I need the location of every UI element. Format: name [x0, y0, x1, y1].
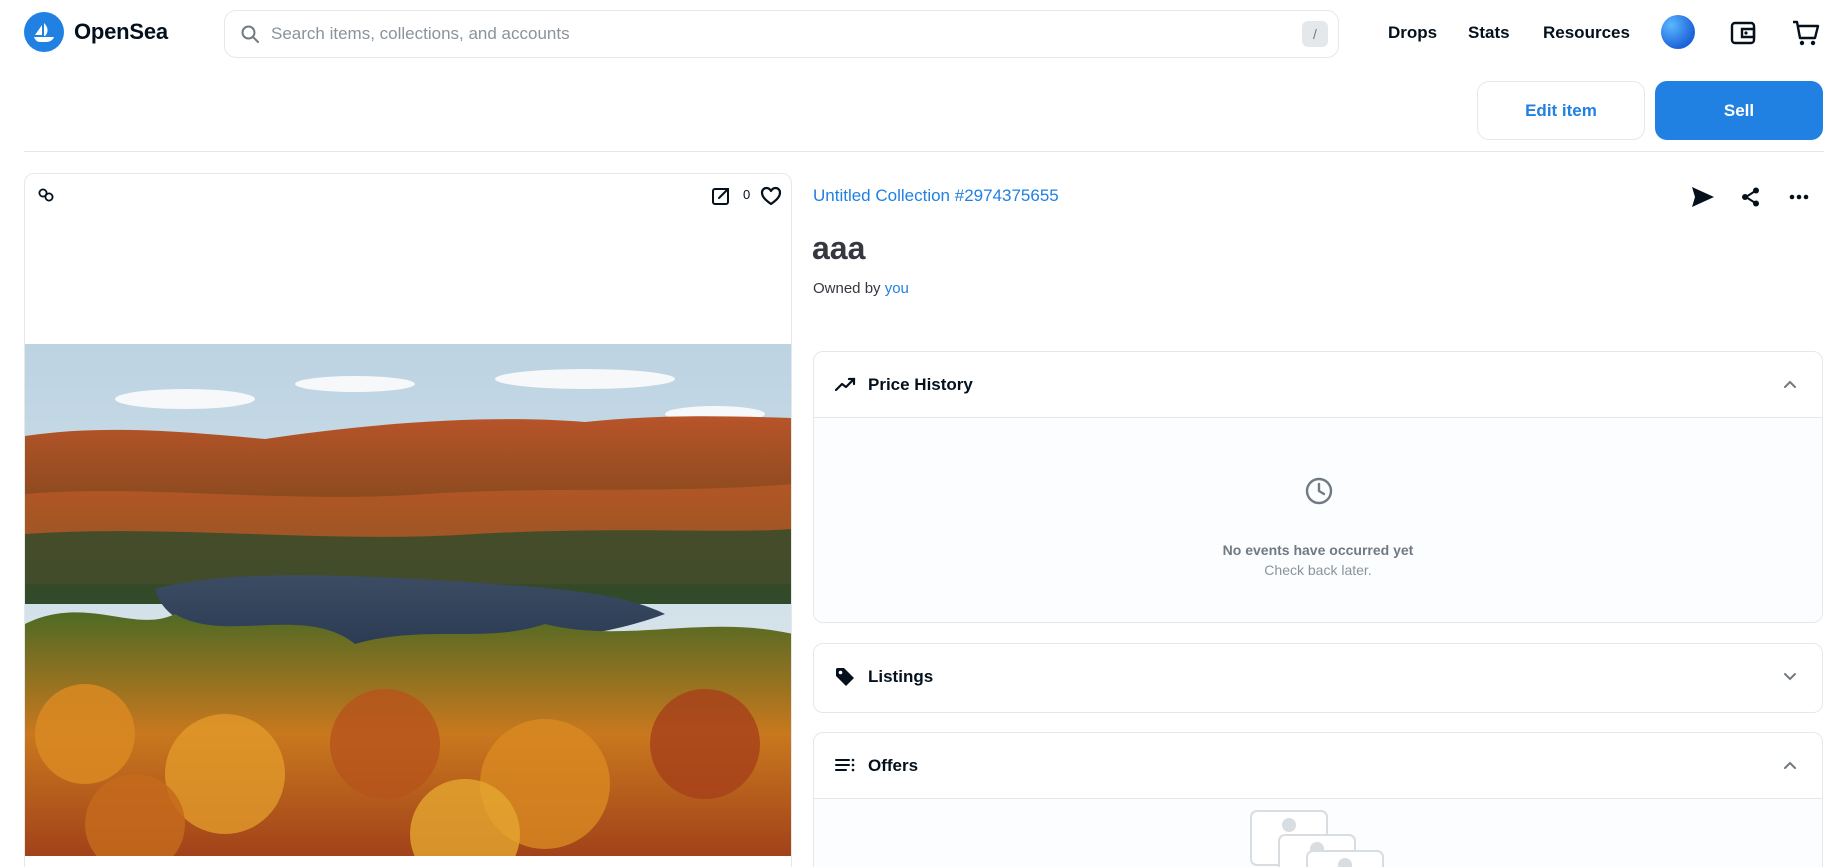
owner-line: Owned by you	[813, 280, 909, 297]
heart-icon[interactable]	[760, 185, 782, 207]
search-bar[interactable]: /	[224, 10, 1339, 58]
listings-title: Listings	[868, 666, 934, 686]
clock-icon	[1303, 475, 1335, 507]
offers-title: Offers	[868, 755, 919, 775]
search-input[interactable]	[271, 24, 1302, 44]
profile-avatar[interactable]	[1661, 15, 1695, 49]
opensea-logo-icon	[24, 12, 64, 52]
chevron-down-icon[interactable]	[1780, 666, 1800, 686]
price-history-body: No events have occurred yet Check back l…	[814, 417, 1822, 622]
favorites-count: 0	[743, 187, 751, 202]
empty-state-subtitle: Check back later.	[1264, 562, 1372, 578]
chain-icon[interactable]	[37, 186, 55, 204]
header-divider	[24, 151, 1824, 152]
open-external-icon[interactable]	[711, 186, 731, 206]
owned-by-label: Owned by	[813, 280, 881, 297]
send-icon[interactable]	[1690, 184, 1716, 210]
item-title: aaa	[812, 230, 866, 266]
item-image[interactable]	[25, 344, 791, 856]
listings-header[interactable]: Listings	[814, 644, 1822, 709]
trending-line-icon	[834, 374, 856, 396]
chevron-up-icon[interactable]	[1780, 374, 1800, 394]
edit-item-button[interactable]: Edit item	[1477, 81, 1645, 140]
collection-link[interactable]: Untitled Collection #2974375655	[813, 186, 1059, 206]
offers-header[interactable]: Offers	[814, 733, 1822, 798]
owner-link[interactable]: you	[885, 280, 909, 297]
nav-resources[interactable]: Resources	[1543, 23, 1630, 43]
price-history-panel: Price History No events have occurred ye…	[813, 351, 1823, 623]
sell-button[interactable]: Sell	[1655, 81, 1823, 140]
price-history-header[interactable]: Price History	[814, 352, 1822, 417]
search-icon	[239, 23, 261, 45]
nav-stats[interactable]: Stats	[1468, 23, 1510, 43]
empty-state-title: No events have occurred yet	[1222, 542, 1414, 558]
brand-name: OpenSea	[74, 19, 168, 44]
nav-drops[interactable]: Drops	[1388, 23, 1437, 43]
list-icon	[834, 755, 856, 777]
listings-panel: Listings	[813, 643, 1823, 713]
search-shortcut-hint: /	[1302, 21, 1328, 47]
opensea-logo[interactable]: OpenSea	[24, 12, 168, 52]
share-icon[interactable]	[1740, 186, 1762, 208]
chevron-up-icon[interactable]	[1780, 755, 1800, 775]
offers-body	[814, 798, 1822, 867]
price-history-title: Price History	[868, 374, 973, 394]
top-bar: OpenSea / Drops Stats Resources	[0, 0, 1840, 66]
cart-icon[interactable]	[1790, 17, 1822, 49]
wallet-icon[interactable]	[1728, 18, 1758, 48]
offers-panel: Offers	[813, 732, 1823, 867]
media-toolbar: 0	[25, 174, 791, 218]
item-media-card: 0	[24, 173, 792, 867]
tag-icon	[834, 666, 856, 688]
more-options-icon[interactable]	[1788, 186, 1810, 208]
empty-offers-illustration-icon	[1249, 809, 1389, 867]
